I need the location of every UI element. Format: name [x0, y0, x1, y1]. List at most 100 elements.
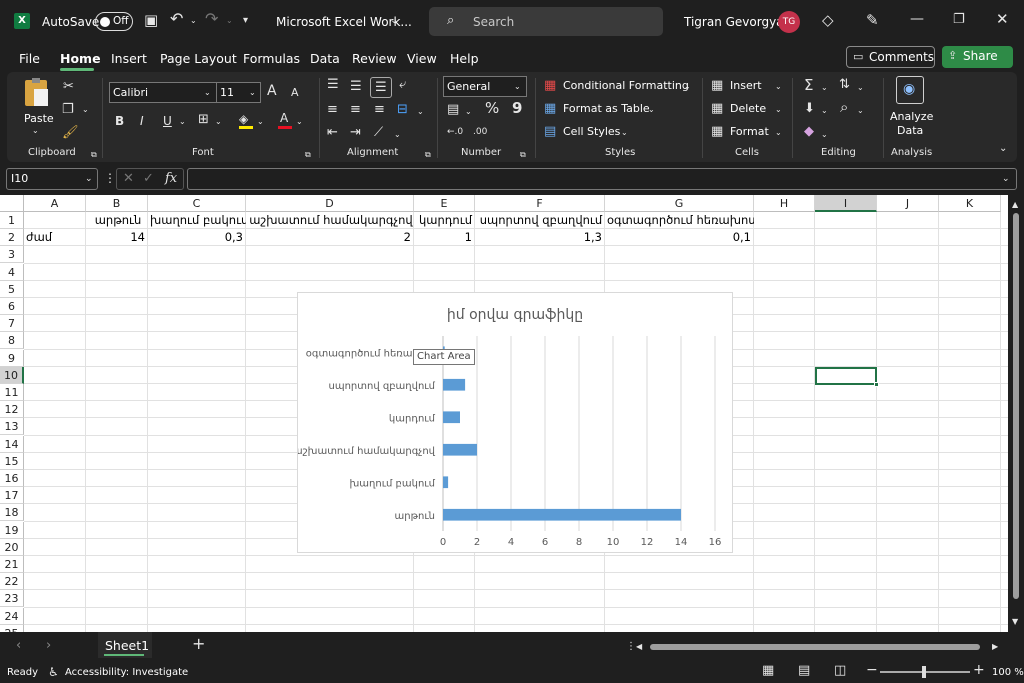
normal-view-icon[interactable]: ▦ [762, 664, 774, 678]
column-header-e[interactable]: E [414, 195, 475, 212]
bar-0[interactable] [443, 508, 681, 521]
row-header-23[interactable]: 23 [0, 590, 24, 608]
menu-review[interactable]: Review [352, 51, 397, 66]
menu-help[interactable]: Help [450, 51, 479, 66]
menu-page-layout[interactable]: Page Layout [160, 51, 237, 66]
customize-qat-icon[interactable]: ▾ [243, 14, 248, 28]
cell-e1[interactable]: կարդում [416, 212, 475, 229]
borders-dropdown-icon[interactable]: ⌄ [215, 115, 222, 129]
align-bottom-button[interactable]: ☰ [370, 77, 392, 98]
borders-icon[interactable]: ⊞ [198, 113, 209, 127]
column-header-d[interactable]: D [246, 195, 414, 212]
zoom-slider-thumb[interactable] [922, 666, 926, 678]
increase-decimal-icon[interactable]: ←.0 [447, 125, 463, 139]
next-sheet-icon[interactable]: › [46, 639, 51, 653]
row-header-21[interactable]: 21 [0, 556, 24, 573]
align-center-icon[interactable]: ≡ [350, 103, 361, 117]
column-header-j[interactable]: J [877, 195, 939, 212]
copy-icon[interactable]: ❐ [62, 103, 74, 117]
underline-dropdown-icon[interactable]: ⌄ [179, 115, 186, 129]
insert-function-icon[interactable]: fx [165, 172, 177, 186]
column-header-c[interactable]: C [148, 195, 246, 212]
wrap-text-icon[interactable]: ⤶ [399, 78, 406, 92]
row-header-8[interactable]: 8 [0, 332, 24, 350]
format-cells-button[interactable]: ▦ Format ⌄ [711, 124, 791, 142]
number-launcher-icon[interactable]: ⧉ [520, 148, 526, 162]
find-select-icon[interactable]: ⌕ [840, 100, 848, 115]
comma-style-icon[interactable]: 9 [512, 101, 522, 116]
minimize-icon[interactable]: — [910, 12, 924, 26]
row-header-24[interactable]: 24 [0, 607, 24, 625]
underline-button[interactable]: U [163, 114, 172, 128]
horizontal-scroll-thumb[interactable] [650, 644, 980, 650]
font-size-select[interactable]: 11 ⌄ [216, 82, 261, 103]
row-header-22[interactable]: 22 [0, 573, 24, 591]
cell-styles-button[interactable]: ▤ Cell Styles ⌄ [544, 124, 634, 142]
page-layout-view-icon[interactable]: ▤ [798, 664, 810, 678]
menu-data[interactable]: Data [310, 51, 340, 66]
zoom-out-icon[interactable]: − [866, 663, 878, 677]
clear-icon[interactable]: ◆ [804, 125, 814, 139]
scroll-left-icon[interactable]: ◀ [636, 640, 642, 654]
row-header-20[interactable]: 20 [0, 538, 24, 556]
ribbon-collapse-icon[interactable]: ⌄ [999, 142, 1007, 156]
orientation-icon[interactable]: ⟋ [374, 126, 383, 140]
alignment-launcher-icon[interactable]: ⧉ [425, 148, 431, 162]
cell-g2[interactable]: 0,1 [605, 229, 754, 246]
comments-button[interactable]: ▭ Comments [846, 46, 935, 68]
pen-icon[interactable]: ✎ [866, 13, 879, 28]
percent-icon[interactable]: % [485, 101, 499, 116]
bar-2[interactable] [443, 443, 477, 456]
format-painter-icon[interactable]: 🖌 [62, 126, 79, 140]
menu-formulas[interactable]: Formulas [243, 51, 300, 66]
accessibility-status[interactable]: Accessibility: Investigate [65, 667, 188, 678]
fill-handle[interactable] [874, 382, 879, 387]
zoom-in-icon[interactable]: + [973, 663, 985, 677]
column-header-a[interactable]: A [24, 195, 86, 212]
sort-filter-dropdown-icon[interactable]: ⌄ [857, 81, 864, 95]
row-header-18[interactable]: 18 [0, 504, 24, 522]
fill-color-icon[interactable]: ◈ [239, 112, 253, 129]
vertical-scrollbar[interactable]: ▲ ▼ [1008, 195, 1024, 632]
cell-e2[interactable]: 1 [414, 229, 475, 246]
row-header-14[interactable]: 14 [0, 435, 24, 453]
row-header-6[interactable]: 6 [0, 298, 24, 315]
row-header-1[interactable]: 1 [0, 212, 24, 229]
search-box[interactable]: ⌕ Search [429, 7, 663, 36]
user-name[interactable]: Tigran Gevorgyan [684, 15, 791, 29]
title-dropdown-icon[interactable]: ⌄ [390, 14, 398, 28]
page-break-view-icon[interactable]: ◫ [834, 664, 846, 678]
cell-c1[interactable]: խաղում բակում [150, 212, 246, 229]
chart[interactable]: իմ օրվա գրաֆիկը 0 2 4 6 8 10 12 14 16 արթուն խաղու… [297, 292, 733, 553]
menu-view[interactable]: View [407, 51, 437, 66]
bold-button[interactable]: B [115, 114, 124, 128]
row-header-25[interactable]: 25 [0, 624, 24, 632]
cell-f1[interactable]: սպորտով զբաղվում [477, 212, 605, 229]
find-select-dropdown-icon[interactable]: ⌄ [857, 104, 864, 118]
font-launcher-icon[interactable]: ⧉ [305, 148, 311, 162]
undo-icon[interactable]: ↶ [170, 11, 183, 27]
align-right-icon[interactable]: ≡ [374, 103, 385, 117]
currency-icon[interactable]: ▤ [447, 103, 459, 117]
row-header-17[interactable]: 17 [0, 487, 24, 505]
column-header-b[interactable]: B [86, 195, 148, 212]
sheet-tab-sheet1[interactable]: Sheet1 [98, 632, 152, 658]
paste-button[interactable]: Paste ⌄ [17, 78, 57, 135]
cell-g1[interactable]: օգտագործում հեռախոս [607, 212, 754, 229]
bar-3[interactable] [443, 411, 460, 424]
cell-d1[interactable]: աշխատում համակարգչով [248, 212, 414, 229]
zoom-level[interactable]: 100 % [992, 667, 1024, 678]
analyze-data-button[interactable]: ◉ Analyze Data [889, 76, 933, 140]
expand-formula-icon[interactable]: ⌄ [1002, 172, 1010, 186]
row-header-19[interactable]: 19 [0, 521, 24, 539]
currency-dropdown-icon[interactable]: ⌄ [465, 105, 472, 119]
row-header-13[interactable]: 13 [0, 418, 24, 436]
clear-dropdown-icon[interactable]: ⌄ [821, 128, 828, 142]
increase-indent-icon[interactable]: ⇥ [350, 126, 361, 140]
vertical-scroll-thumb[interactable] [1013, 213, 1019, 599]
row-header-4[interactable]: 4 [0, 263, 24, 281]
row-header-7[interactable]: 7 [0, 315, 24, 333]
menu-home[interactable]: Home [60, 51, 101, 66]
close-icon[interactable]: ✕ [996, 12, 1009, 27]
zoom-slider[interactable] [880, 666, 970, 678]
